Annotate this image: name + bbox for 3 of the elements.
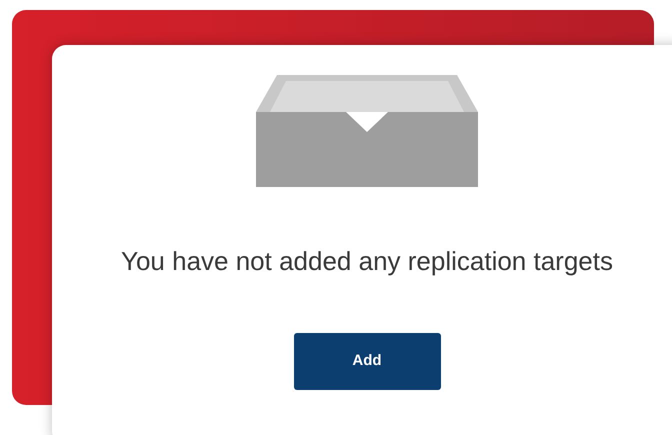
add-button[interactable]: Add <box>294 333 440 390</box>
empty-tray-icon <box>256 75 478 187</box>
empty-state-message: You have not added any replication targets <box>121 245 613 278</box>
